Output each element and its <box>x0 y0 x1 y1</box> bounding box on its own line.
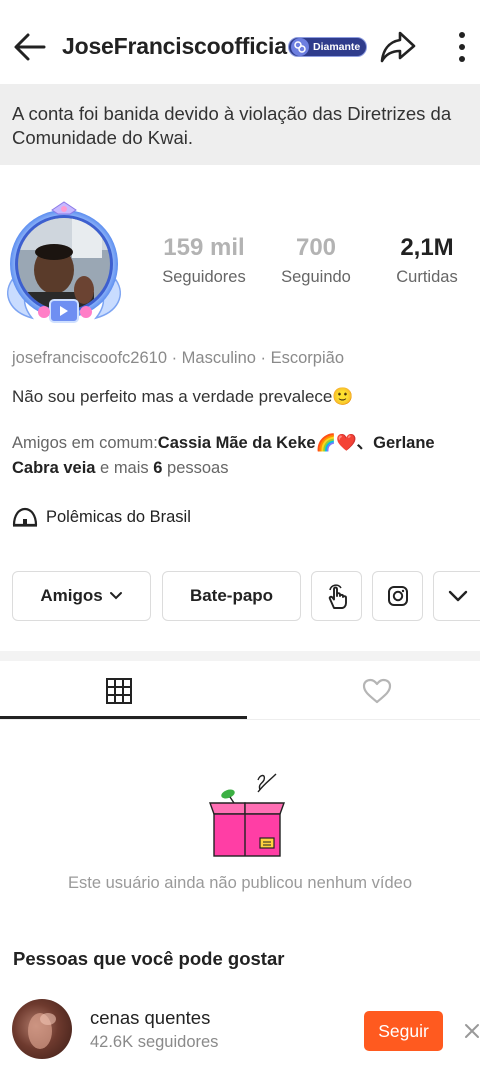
top-bar: JoseFranciscoofficial Diamante <box>0 0 480 84</box>
group-icon <box>12 505 38 529</box>
close-icon[interactable] <box>463 1021 480 1041</box>
profile-bio: Não sou perfeito mas a verdade prevalece… <box>12 387 354 406</box>
chevron-down-icon <box>109 591 123 601</box>
profile-title: JoseFranciscoofficial <box>62 33 288 59</box>
followers-count: 159 mil <box>163 234 245 261</box>
tab-videos[interactable] <box>0 662 237 720</box>
mutual-friends[interactable]: Amigos em comum:Cassia Mãe da Keke🌈❤️、Ge… <box>12 431 472 481</box>
followers-label: Seguidores <box>162 268 246 286</box>
expand-button[interactable] <box>433 571 480 621</box>
poke-button[interactable] <box>311 571 362 621</box>
empty-state-text: Este usuário ainda não publicou nenhum v… <box>68 874 412 892</box>
profile-info-line: josefranciscoofc2610 · Masculino · Escor… <box>12 349 344 367</box>
more-options-icon[interactable] <box>447 30 477 64</box>
suggested-user-followers: 42.6K seguidores <box>90 1033 219 1051</box>
following-label: Seguindo <box>281 268 351 286</box>
badge-label: Diamante <box>313 41 361 53</box>
mutual-friends-middle: e mais <box>95 459 154 477</box>
likes-count: 2,1M <box>400 234 454 261</box>
chevron-down-icon <box>448 590 468 602</box>
instagram-button[interactable] <box>372 571 423 621</box>
empty-box-illustration <box>200 770 290 860</box>
mutual-friends-suffix: pessoas <box>162 459 229 477</box>
suggested-user-name[interactable]: cenas quentes <box>90 1007 210 1029</box>
following-count: 700 <box>295 234 337 261</box>
following-stat[interactable]: 700 Seguindo <box>274 232 358 287</box>
likes-label: Curtidas <box>396 268 458 286</box>
diamond-icon <box>291 38 309 56</box>
chat-button-label: Bate-papo <box>189 586 274 605</box>
grid-icon <box>105 677 133 705</box>
follow-button[interactable]: Seguir <box>364 1011 443 1051</box>
avatar[interactable] <box>2 200 132 328</box>
likes-stat[interactable]: 2,1M Curtidas <box>388 232 466 287</box>
back-arrow-icon[interactable] <box>10 28 50 68</box>
followers-stat[interactable]: 159 mil Seguidores <box>158 232 250 287</box>
group-name: Polêmicas do Brasil <box>46 507 191 526</box>
tab-divider <box>0 719 480 720</box>
heart-icon <box>361 677 393 705</box>
chat-button[interactable]: Bate-papo <box>162 571 301 621</box>
group-link[interactable]: Polêmicas do Brasil <box>12 505 191 529</box>
friends-button[interactable]: Amigos <box>12 571 151 621</box>
friends-button-label: Amigos <box>40 586 103 605</box>
tab-liked[interactable] <box>256 662 480 720</box>
share-icon[interactable] <box>378 27 418 67</box>
diamond-badge[interactable]: Diamante <box>288 37 367 57</box>
section-divider <box>0 651 480 661</box>
ban-notice: A conta foi banida devido à violação das… <box>0 84 480 165</box>
mutual-friends-prefix: Amigos em comum: <box>12 434 158 452</box>
suggestions-title: Pessoas que você pode gostar <box>13 948 285 969</box>
hand-tap-icon <box>324 582 350 610</box>
avatar[interactable] <box>12 999 72 1059</box>
instagram-icon <box>387 585 409 607</box>
